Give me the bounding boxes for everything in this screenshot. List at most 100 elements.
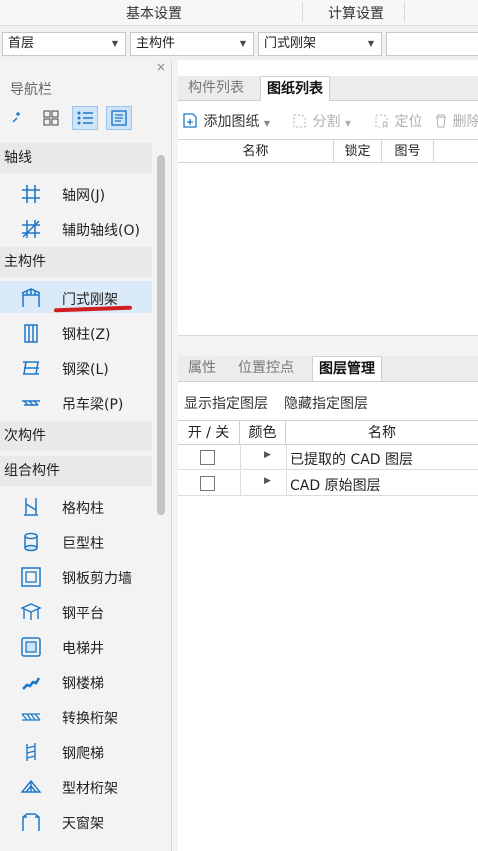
extra-select[interactable] [386, 32, 478, 56]
nav-category-composite-members[interactable]: 组合构件 [0, 456, 152, 486]
close-icon[interactable]: × [156, 60, 166, 74]
drawing-panel: 构件列表 图纸列表 添加图纸 ▼ 分割 ▼ 定位 删除 名称 锁定 图号 属性 … [178, 60, 478, 851]
nav-item-label: 钢板剪力墙 [62, 571, 132, 587]
chevron-down-icon[interactable]: ▼ [345, 119, 351, 128]
layer-toolbar: 显示指定图层 隐藏指定图层 [178, 386, 478, 416]
layer-toggle-checkbox[interactable] [200, 476, 215, 491]
tab-calc-settings[interactable]: 计算设置 [328, 3, 384, 23]
nav-item-label: 钢楼梯 [62, 676, 104, 692]
nav-item-elevator-shaft[interactable]: 电梯井 [0, 630, 152, 662]
expand-arrow-icon[interactable]: ▶ [264, 476, 271, 486]
tab-drawing-list[interactable]: 图纸列表 [260, 76, 330, 101]
layer-toggle-checkbox[interactable] [200, 450, 215, 465]
ribbon-tabs: 基本设置 计算设置 [0, 0, 478, 26]
column-header-color[interactable]: 颜色 [240, 421, 286, 445]
type-select[interactable]: 门式刚架 ▼ [258, 32, 382, 56]
delete-button[interactable]: 删除 [434, 111, 478, 131]
layer-name: 已提取的 CAD 图层 [290, 452, 414, 468]
show-layer-button[interactable]: 显示指定图层 [184, 393, 268, 413]
floor-select-value: 首层 [8, 36, 35, 51]
trash-icon [436, 114, 446, 128]
split-icon [293, 114, 306, 128]
table-row[interactable]: ▶ 已提取的 CAD 图层 [178, 445, 478, 470]
nav-item-aux-axis[interactable]: 辅助轴线(O) [0, 212, 152, 244]
chevron-down-icon: ▼ [239, 39, 246, 48]
nav-item-steel-ladder[interactable]: 钢爬梯 [0, 735, 152, 767]
add-icon[interactable] [4, 106, 30, 130]
layer-name: CAD 原始图层 [290, 478, 381, 494]
steel-beam-icon [23, 361, 39, 375]
list-tabs: 构件列表 图纸列表 [178, 76, 478, 101]
type-select-value: 门式刚架 [264, 36, 317, 51]
nav-item-steel-platform[interactable]: 钢平台 [0, 595, 152, 627]
tab-basic-settings[interactable]: 基本设置 [126, 3, 182, 23]
tile-view-icon[interactable] [38, 106, 64, 130]
cell-divider [240, 445, 241, 470]
nav-item-steel-shear-wall[interactable]: 钢板剪力墙 [0, 560, 152, 592]
panel-splitter[interactable] [178, 335, 478, 357]
category-select-value: 主构件 [136, 36, 176, 51]
nav-item-mega-column[interactable]: 巨型柱 [0, 525, 152, 557]
split-button[interactable]: 分割 ▼ [292, 111, 351, 131]
ribbon-separator [404, 2, 405, 22]
nav-item-steel-column[interactable]: 钢柱(Z) [0, 316, 152, 348]
nav-item-label: 电梯井 [62, 641, 104, 657]
nav-item-label: 型材桁架 [62, 781, 118, 797]
locate-label: 定位 [394, 114, 423, 130]
cell-divider [286, 471, 287, 496]
nav-title: 导航栏 [10, 82, 52, 98]
expand-arrow-icon[interactable]: ▶ [264, 450, 271, 460]
nav-item-lattice-column[interactable]: 格构柱 [0, 490, 152, 522]
column-header-onoff[interactable]: 开 / 关 [178, 421, 240, 445]
split-label: 分割 [312, 114, 341, 130]
chevron-down-icon: ▼ [111, 39, 118, 48]
column-header-layer-name[interactable]: 名称 [286, 421, 478, 445]
crane-beam-icon [22, 400, 40, 406]
add-drawing-label: 添加图纸 [203, 114, 260, 130]
delete-label: 删除 [452, 114, 478, 130]
table-row[interactable]: ▶ CAD 原始图层 [178, 471, 478, 496]
tab-layer-management[interactable]: 图层管理 [312, 356, 382, 381]
nav-item-label: 巨型柱 [62, 536, 104, 552]
selector-row: 首层 ▼ 主构件 ▼ 门式刚架 ▼ [0, 26, 478, 60]
column-header-locked[interactable]: 锁定 [334, 140, 382, 163]
nav-item-profile-truss[interactable]: 型材桁架 [0, 770, 152, 802]
column-header-drawing-no[interactable]: 图号 [382, 140, 434, 163]
steel-stair-icon [22, 677, 41, 690]
nav-category-secondary-members[interactable]: 次构件 [0, 421, 152, 451]
floor-select[interactable]: 首层 ▼ [2, 32, 126, 56]
chevron-down-icon[interactable]: ▼ [264, 119, 270, 128]
list-view-icon[interactable] [72, 106, 98, 130]
nav-category-main-members[interactable]: 主构件 [0, 247, 152, 277]
locate-button[interactable]: 定位 [374, 111, 422, 131]
tab-position-control[interactable]: 位置控点 [232, 356, 300, 381]
tab-properties[interactable]: 属性 [182, 356, 222, 381]
nav-item-label: 天窗架 [62, 816, 104, 832]
profile-truss-icon [20, 779, 42, 793]
nav-item-label: 钢梁(L) [62, 362, 109, 378]
nav-item-transfer-truss[interactable]: 转换桁架 [0, 700, 152, 732]
lattice-column-icon [24, 498, 38, 516]
nav-item-label: 转换桁架 [62, 711, 118, 727]
nav-item-skylight-frame[interactable]: 天窗架 [0, 805, 152, 837]
nav-item-label: 吊车梁(P) [62, 397, 124, 413]
portal-frame-icon [21, 288, 41, 307]
column-header-name[interactable]: 名称 [178, 140, 334, 163]
nav-category-axis[interactable]: 轴线 [0, 143, 152, 173]
add-drawing-button[interactable]: 添加图纸 ▼ [182, 111, 270, 131]
nav-item-steel-beam[interactable]: 钢梁(L) [0, 351, 152, 383]
tab-component-list[interactable]: 构件列表 [182, 76, 250, 101]
add-drawing-icon [183, 113, 197, 128]
category-select[interactable]: 主构件 ▼ [130, 32, 254, 56]
grid-icon [22, 185, 40, 203]
nav-scrollbar[interactable] [157, 155, 165, 515]
hide-layer-button[interactable]: 隐藏指定图层 [284, 393, 368, 413]
drawing-list-header: 名称 锁定 图号 [178, 139, 478, 163]
nav-item-steel-stair[interactable]: 钢楼梯 [0, 665, 152, 697]
steel-platform-icon [20, 603, 42, 620]
detail-view-icon[interactable] [106, 106, 132, 130]
nav-item-axis-grid[interactable]: 轴网(J) [0, 177, 152, 209]
nav-item-crane-beam[interactable]: 吊车梁(P) [0, 386, 152, 418]
nav-item-label: 钢平台 [62, 606, 104, 622]
ribbon-separator [302, 2, 303, 22]
